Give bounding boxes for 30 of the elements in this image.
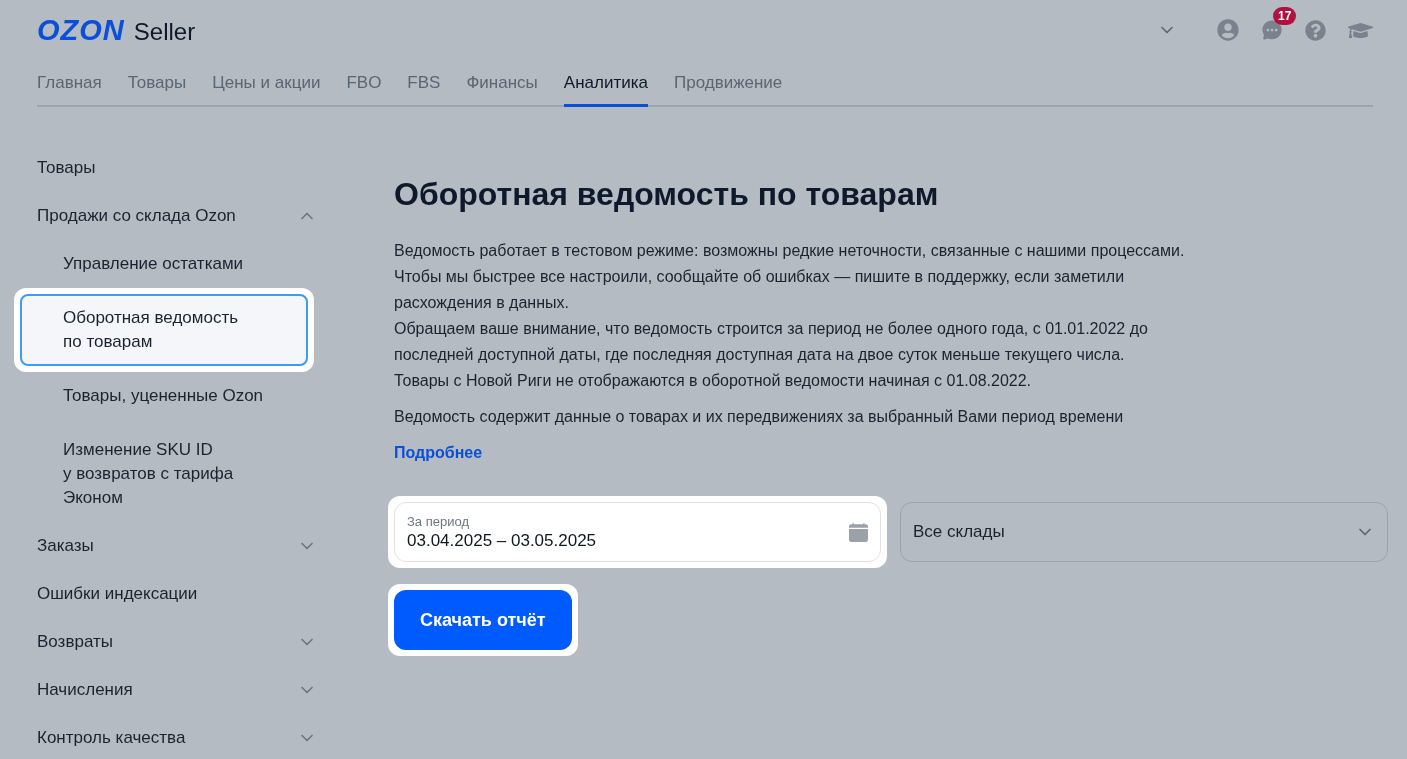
notification-badge: 17: [1273, 7, 1297, 25]
sidebar-subitem[interactable]: Изменение SKU ID у возвратов с тарифа Эконом: [20, 426, 308, 522]
sidebar-item[interactable]: Контроль качества: [37, 714, 317, 759]
sidebar-item[interactable]: Заказы: [37, 522, 317, 570]
select-value: Все склады: [913, 522, 1005, 542]
help-icon[interactable]: [1305, 19, 1326, 41]
sidebar-item[interactable]: Продажи со склада Ozon: [37, 192, 317, 240]
nav-tab[interactable]: Аналитика: [563, 69, 648, 107]
field-label: За период: [407, 513, 470, 529]
sidebar-subitem[interactable]: Товары, уцененные Ozon: [20, 372, 308, 420]
calendar-icon[interactable]: [849, 522, 868, 542]
sidebar-subitem[interactable]: Управление остатками: [20, 240, 308, 288]
sidebar-item[interactable]: Ошибки индексации: [37, 570, 317, 618]
page-title: Оборотная ведомость по товарам: [394, 175, 940, 214]
sidebar-subitem[interactable]: Оборотная ведомость по товарам: [20, 294, 308, 366]
period-field[interactable]: За период 03.04.2025 – 03.05.2025: [394, 502, 881, 562]
user-icon[interactable]: [1217, 19, 1239, 41]
warehouse-select[interactable]: Все склады: [900, 502, 1388, 562]
notice-text: Ведомость работает в тестовом режиме: возможны редкие неточности, связанные с нашими процессами. Чтобы мы быстрее все настроили, сообщайте об ошибках — пишите в поддержку, если заметили расхождения в данных.: [394, 241, 1186, 313]
notice-text: Товары с Новой Риги не отображаются в оборотной ведомости начиная с 01.08.2022.: [394, 371, 1033, 391]
field-value: 03.04.2025 – 03.05.2025: [407, 530, 598, 551]
logo: OZON: [37, 13, 125, 47]
logo-suffix: Seller: [133, 18, 196, 46]
sidebar-item[interactable]: Товары: [37, 144, 317, 192]
sidebar-item[interactable]: Возвраты: [37, 618, 317, 666]
download-button[interactable]: Скачать отчёт: [394, 590, 572, 650]
sidebar-item[interactable]: Начисления: [37, 666, 317, 714]
description-text: Ведомость содержит данные о товарах и их передвижениях за выбранный Вами период времени: [394, 407, 1125, 427]
chat-icon[interactable]: [1261, 19, 1283, 41]
notice-text: Обращаем ваше внимание, что ведомость строится за период не более одного года, с 01.01.2022 до последней доступной даты, где последняя доступная дата на двое суток меньше текущего числа.: [394, 319, 1149, 365]
